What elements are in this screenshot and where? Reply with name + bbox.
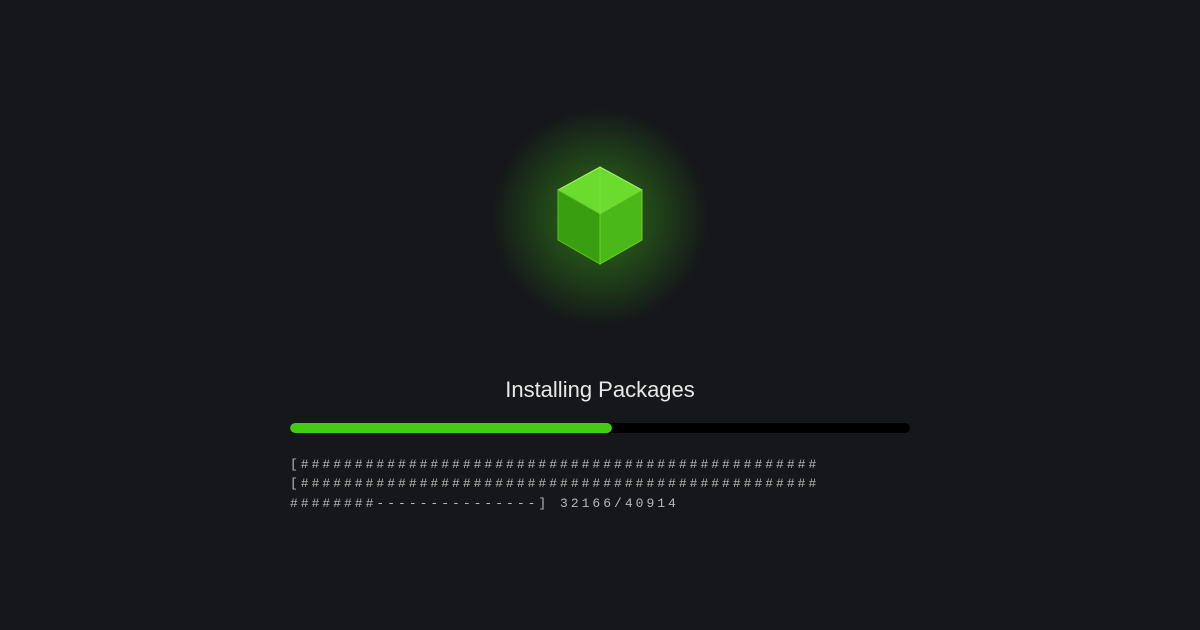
ascii-line-2: [#######################################… xyxy=(290,476,819,491)
progress-bar xyxy=(290,423,910,433)
ascii-line-1: [#######################################… xyxy=(290,457,819,472)
cube-icon xyxy=(550,162,650,272)
ascii-progress: [#######################################… xyxy=(290,455,910,514)
progress-fill xyxy=(290,423,612,433)
status-title: Installing Packages xyxy=(505,377,695,403)
cube-logo xyxy=(500,117,700,317)
ascii-line-3: ########---------------] 32166/40914 xyxy=(290,496,679,511)
